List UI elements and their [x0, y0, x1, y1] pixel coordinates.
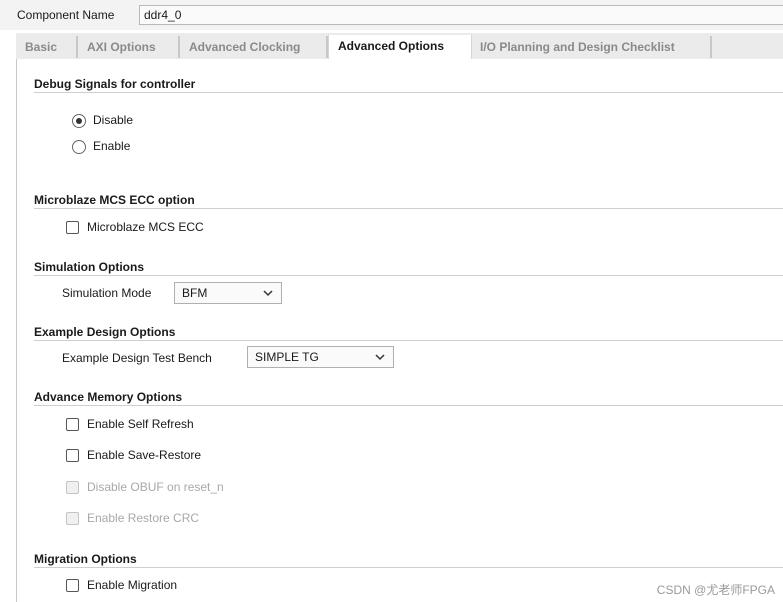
disable-obuf-label: Disable OBUF on reset_n — [87, 480, 224, 494]
debug-separator — [34, 92, 783, 93]
component-name-bar: Component Name — [0, 0, 783, 30]
simulation-section-title: Simulation Options — [34, 260, 144, 274]
enable-save-restore-checkbox[interactable] — [66, 449, 79, 462]
debug-disable-label: Disable — [93, 113, 134, 127]
microblaze-separator — [34, 208, 783, 209]
example-test-bench-value: SIMPLE TG — [255, 350, 319, 364]
component-name-input[interactable] — [139, 5, 783, 25]
radio-selected-dot — [76, 118, 82, 124]
simulation-mode-select[interactable]: BFM — [174, 282, 282, 304]
debug-enable-label: Enable — [93, 139, 131, 153]
watermark: CSDN @尤老师FPGA — [656, 583, 775, 597]
chevron-down-icon — [263, 290, 273, 297]
enable-self-refresh-checkbox[interactable] — [66, 418, 79, 431]
microblaze-mcs-ecc-label: Microblaze MCS ECC — [87, 220, 204, 234]
component-name-label: Component Name — [17, 8, 115, 22]
advanced-options-panel: Debug Signals for controller Disable Ena… — [16, 59, 783, 602]
debug-enable-radio[interactable] — [72, 140, 86, 154]
simulation-separator — [34, 275, 783, 276]
enable-restore-crc-checkbox — [66, 512, 79, 525]
microblaze-section-title: Microblaze MCS ECC option — [34, 193, 195, 207]
debug-disable-radio[interactable] — [72, 114, 86, 128]
chevron-down-icon — [375, 354, 385, 361]
tab-strip: Basic AXI Options Advanced Clocking Adva… — [16, 33, 783, 60]
debug-section-title: Debug Signals for controller — [34, 77, 196, 91]
enable-migration-label: Enable Migration — [87, 578, 178, 592]
tab-basic[interactable]: Basic — [16, 36, 78, 58]
tab-advanced-clocking[interactable]: Advanced Clocking — [180, 36, 328, 58]
enable-save-restore-label: Enable Save-Restore — [87, 448, 202, 462]
simulation-mode-label: Simulation Mode — [62, 286, 152, 300]
migration-section-title: Migration Options — [34, 552, 137, 566]
advance-memory-section-title: Advance Memory Options — [34, 390, 183, 404]
disable-obuf-checkbox — [66, 481, 79, 494]
tab-advanced-options[interactable]: Advanced Options — [328, 35, 472, 59]
advance-memory-separator — [34, 405, 783, 406]
example-separator — [34, 340, 783, 341]
migration-separator — [34, 567, 783, 568]
microblaze-mcs-ecc-checkbox[interactable] — [66, 221, 79, 234]
tab-io-planning[interactable]: I/O Planning and Design Checklist — [471, 36, 712, 58]
example-section-title: Example Design Options — [34, 325, 176, 339]
enable-self-refresh-label: Enable Self Refresh — [87, 417, 194, 431]
example-test-bench-label: Example Design Test Bench — [62, 351, 212, 365]
enable-migration-checkbox[interactable] — [66, 579, 79, 592]
tab-axi-options[interactable]: AXI Options — [78, 36, 180, 58]
example-test-bench-select[interactable]: SIMPLE TG — [247, 346, 394, 368]
enable-restore-crc-label: Enable Restore CRC — [87, 511, 200, 525]
simulation-mode-value: BFM — [182, 286, 208, 300]
